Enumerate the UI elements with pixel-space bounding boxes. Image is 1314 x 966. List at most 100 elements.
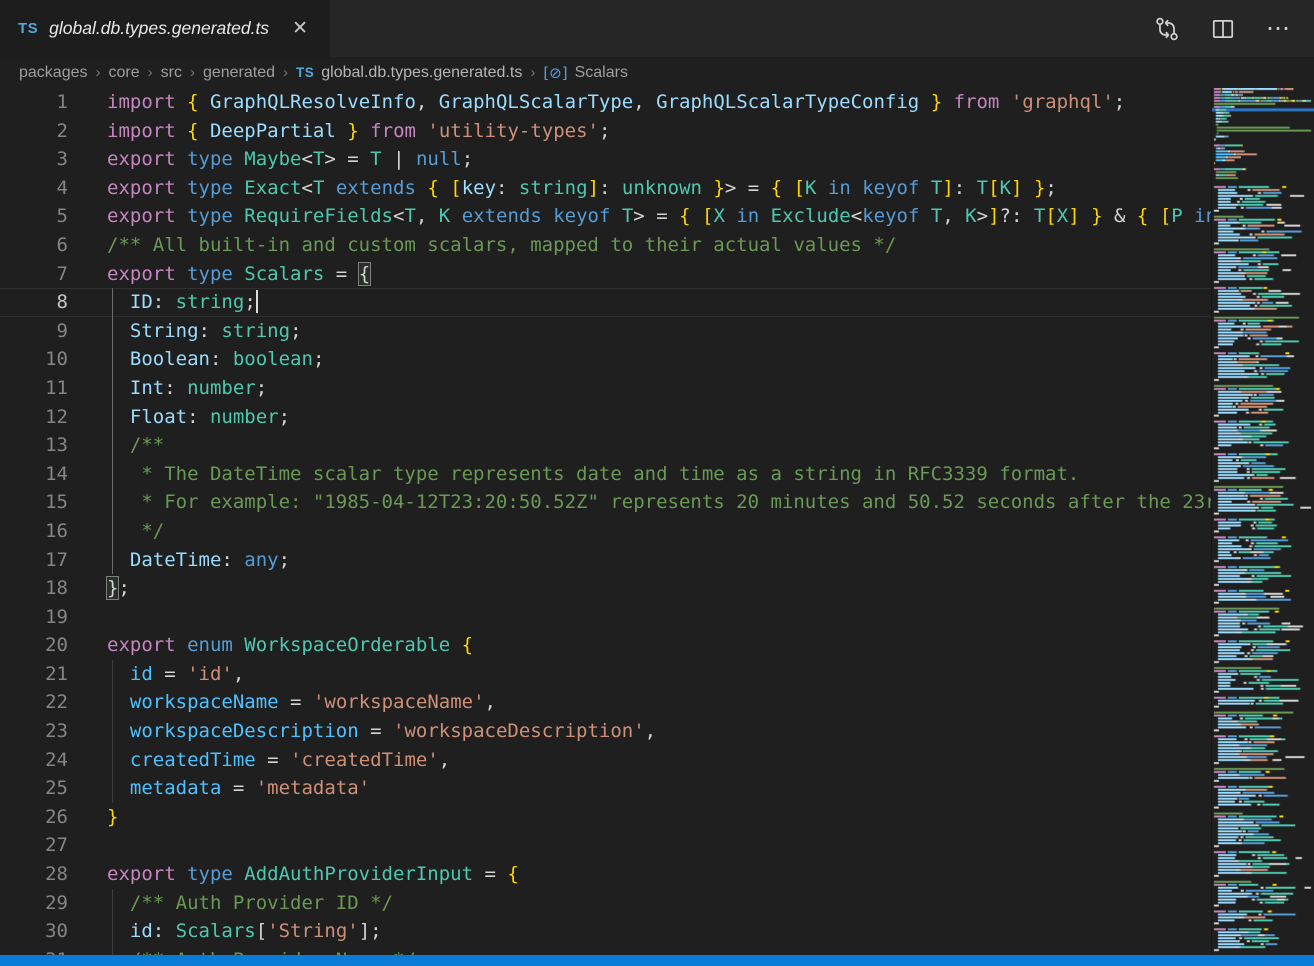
code-text: import { GraphQLResolveInfo, GraphQLScal… (68, 88, 1125, 117)
code-text: id: Scalars['String']; (68, 917, 382, 946)
line-number: 19 (0, 603, 68, 632)
line-number: 22 (0, 688, 68, 717)
split-editor-icon[interactable] (1210, 16, 1236, 42)
line-number: 18 (0, 574, 68, 603)
breadcrumb-label: src (161, 64, 182, 82)
code-text: metadata = 'metadata' (68, 774, 370, 803)
line-number: 23 (0, 717, 68, 746)
code-text: /** All built-in and custom scalars, map… (68, 231, 896, 260)
code-line-28[interactable]: 28export type AddAuthProviderInput = { (0, 860, 1211, 889)
minimap[interactable] (1211, 88, 1314, 957)
code-line-11[interactable]: 11 Int: number; (0, 374, 1211, 403)
code-text: export type AddAuthProviderInput = { (68, 860, 519, 889)
breadcrumb-separator: › (530, 64, 535, 81)
code-editor[interactable]: 1import { GraphQLResolveInfo, GraphQLSca… (0, 88, 1211, 966)
breadcrumb-item-generated[interactable]: generated (203, 64, 275, 82)
code-line-23[interactable]: 23 workspaceDescription = 'workspaceDesc… (0, 717, 1211, 746)
line-number: 13 (0, 431, 68, 460)
code-text: workspaceDescription = 'workspaceDescrip… (68, 717, 656, 746)
code-text (68, 603, 107, 632)
code-text: id = 'id', (68, 660, 244, 689)
line-number: 14 (0, 460, 68, 489)
code-text: export enum WorkspaceOrderable { (68, 631, 473, 660)
breadcrumb-item-scalars[interactable]: [⊘] Scalars (543, 64, 628, 82)
code-line-16[interactable]: 16 */ (0, 517, 1211, 546)
line-number: 20 (0, 631, 68, 660)
code-line-27[interactable]: 27 (0, 831, 1211, 860)
code-line-26[interactable]: 26} (0, 803, 1211, 832)
line-number: 27 (0, 831, 68, 860)
code-line-29[interactable]: 29 /** Auth Provider ID */ (0, 889, 1211, 918)
more-actions-icon[interactable]: ⋯ (1266, 17, 1290, 41)
line-number: 26 (0, 803, 68, 832)
code-text: export type Exact<T extends { [key: stri… (68, 174, 1057, 203)
close-tab-icon[interactable]: ✕ (288, 15, 312, 42)
line-number: 29 (0, 889, 68, 918)
breadcrumb-label: Scalars (575, 64, 628, 82)
symbol-type-icon: [⊘] (543, 64, 567, 82)
code-line-30[interactable]: 30 id: Scalars['String']; (0, 917, 1211, 946)
code-line-22[interactable]: 22 workspaceName = 'workspaceName', (0, 688, 1211, 717)
code-text: export type RequireFields<T, K extends k… (68, 202, 1211, 231)
line-number: 5 (0, 202, 68, 231)
status-bar (0, 955, 1314, 966)
line-number: 25 (0, 774, 68, 803)
line-number: 9 (0, 317, 68, 346)
code-line-20[interactable]: 20export enum WorkspaceOrderable { (0, 631, 1211, 660)
line-number: 12 (0, 403, 68, 432)
code-line-10[interactable]: 10 Boolean: boolean; (0, 345, 1211, 374)
code-line-3[interactable]: 3export type Maybe<T> = T | null; (0, 145, 1211, 174)
line-number: 17 (0, 546, 68, 575)
code-line-15[interactable]: 15 * For example: "1985-04-12T23:20:50.5… (0, 488, 1211, 517)
code-text: DateTime: any; (68, 546, 290, 575)
code-line-8[interactable]: 8 ID: string; (0, 288, 1211, 317)
code-text: */ (68, 517, 164, 546)
line-number: 6 (0, 231, 68, 260)
code-text: export type Scalars = { (68, 260, 370, 289)
code-line-6[interactable]: 6/** All built-in and custom scalars, ma… (0, 231, 1211, 260)
code-line-13[interactable]: 13 /** (0, 431, 1211, 460)
code-line-14[interactable]: 14 * The DateTime scalar type represents… (0, 460, 1211, 489)
code-line-25[interactable]: 25 metadata = 'metadata' (0, 774, 1211, 803)
code-text (68, 831, 107, 860)
breadcrumb-separator: › (148, 64, 153, 81)
code-line-18[interactable]: 18}; (0, 574, 1211, 603)
code-text: createdTime = 'createdTime', (68, 746, 450, 775)
breadcrumb-item-packages[interactable]: packages (19, 64, 88, 82)
code-text: /** (68, 431, 164, 460)
line-number: 2 (0, 117, 68, 146)
code-line-5[interactable]: 5export type RequireFields<T, K extends … (0, 202, 1211, 231)
tab-global-db-types-generated[interactable]: TS global.db.types.generated.ts ✕ (0, 0, 330, 57)
code-text: String: string; (68, 317, 302, 346)
line-number: 7 (0, 260, 68, 289)
code-line-19[interactable]: 19 (0, 603, 1211, 632)
code-line-9[interactable]: 9 String: string; (0, 317, 1211, 346)
text-cursor (256, 290, 258, 313)
tab-title: global.db.types.generated.ts (49, 18, 269, 39)
breadcrumb-item-core[interactable]: core (109, 64, 140, 82)
typescript-icon: TS (296, 65, 314, 80)
code-line-7[interactable]: 7export type Scalars = { (0, 260, 1211, 289)
code-line-4[interactable]: 4export type Exact<T extends { [key: str… (0, 174, 1211, 203)
code-text: ID: string; (68, 288, 258, 317)
editor-actions: ⋯ (1154, 0, 1314, 57)
breadcrumb-item-global-db-types-generated-ts[interactable]: TSglobal.db.types.generated.ts (296, 64, 522, 82)
code-line-17[interactable]: 17 DateTime: any; (0, 546, 1211, 575)
line-number: 28 (0, 860, 68, 889)
line-number: 3 (0, 145, 68, 174)
tab-bar: TS global.db.types.generated.ts ✕ (0, 0, 1314, 57)
code-line-2[interactable]: 2import { DeepPartial } from 'utility-ty… (0, 117, 1211, 146)
breadcrumb-separator: › (96, 64, 101, 81)
breadcrumb: packages › core › src › generated › TSglobal.db.… (0, 57, 1314, 88)
open-changes-icon[interactable] (1154, 16, 1180, 42)
line-number: 10 (0, 345, 68, 374)
breadcrumb-item-src[interactable]: src (161, 64, 182, 82)
code-line-24[interactable]: 24 createdTime = 'createdTime', (0, 746, 1211, 775)
code-text: /** Auth Provider ID */ (68, 889, 393, 918)
typescript-icon: TS (18, 20, 38, 37)
code-line-1[interactable]: 1import { GraphQLResolveInfo, GraphQLSca… (0, 88, 1211, 117)
breadcrumb-separator: › (190, 64, 195, 81)
code-text: Boolean: boolean; (68, 345, 324, 374)
code-line-12[interactable]: 12 Float: number; (0, 403, 1211, 432)
code-line-21[interactable]: 21 id = 'id', (0, 660, 1211, 689)
